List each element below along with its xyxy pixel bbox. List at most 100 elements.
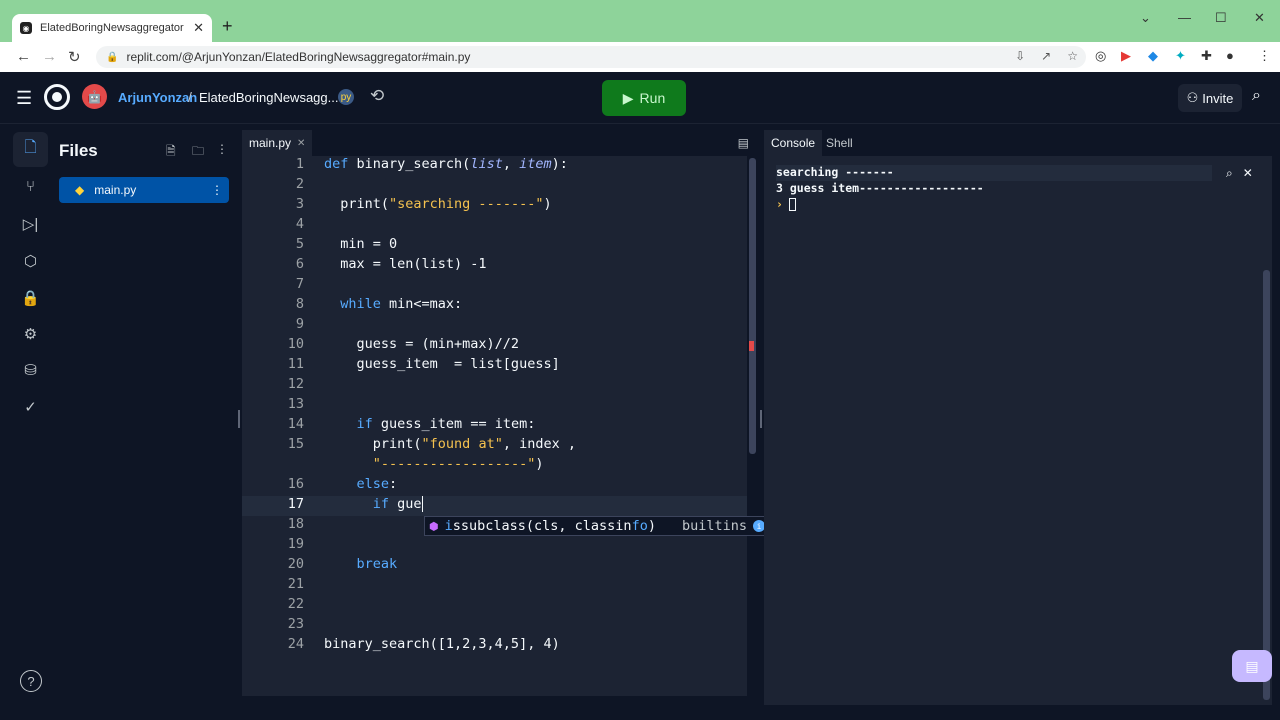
code-line: 6 max = len(list) -1 [295, 256, 487, 272]
python-language-icon[interactable]: py [338, 89, 354, 105]
extension-blue-icon[interactable]: ◆ [1148, 48, 1158, 64]
code-line: 3 print("searching -------") [295, 196, 552, 212]
invite-label: Invite [1202, 90, 1234, 106]
new-folder-icon[interactable]: 🗀 [192, 142, 204, 163]
replit-logo[interactable] [44, 84, 70, 110]
code-line: 12 [287, 376, 304, 392]
tab-search-icon[interactable]: ⌄ [1140, 10, 1151, 26]
browser-tab[interactable]: ◉ ElatedBoringNewsaggregator - R ✕ [12, 14, 212, 42]
code-line: 7 [295, 276, 304, 292]
user-avatar[interactable]: 🤖 [82, 84, 107, 109]
console-cursor [788, 198, 796, 211]
secrets-lock-icon[interactable]: 🔒 [13, 280, 48, 315]
youtube-extension-icon[interactable]: ▶ [1121, 48, 1131, 64]
code-editor-pane: main.py ✕ ▤ 1 def binary_search(list, ite… [242, 130, 757, 705]
close-editor-tab-icon[interactable]: ✕ [297, 138, 305, 149]
username-link[interactable]: ArjunYonzan [118, 90, 197, 105]
code-line: 1 def binary_search(list, item): [295, 156, 568, 172]
console-clear-icon[interactable]: ✕ [1243, 166, 1253, 181]
address-bar[interactable]: 🔒 replit.com/@ArjunYonzan/ElatedBoringNe… [96, 46, 1086, 68]
help-icon[interactable]: ? [20, 670, 42, 692]
history-icon[interactable]: ⟲ [370, 86, 384, 106]
bookmark-star-icon[interactable]: ☆ [1067, 49, 1078, 63]
run-button[interactable]: ▶ Run [602, 80, 686, 116]
tab-shell[interactable]: Shell [819, 130, 860, 156]
search-icon[interactable]: ⌕ [1252, 87, 1261, 105]
console-input-line[interactable]: › [776, 197, 1212, 213]
editor-tab-main-py[interactable]: main.py ✕ [242, 130, 313, 156]
code-line: 13 [287, 396, 304, 412]
code-line-wrapped: "------------------") [372, 456, 544, 472]
console-tabs: Console Shell [764, 130, 1272, 156]
file-item-main-py[interactable]: ◆ main.py ⋮ [59, 177, 229, 203]
add-user-icon: ⚇ [1186, 90, 1199, 105]
console-scrollbar[interactable] [1263, 270, 1270, 700]
browser-menu-icon[interactable]: ⋮ [1258, 48, 1271, 64]
files-panel: Files 🗎 🗀 ⋮ ◆ main.py ⋮ [48, 130, 236, 705]
console-pane: Console Shell searching ------- 3 guess … [764, 130, 1272, 705]
play-icon: ▶ [622, 89, 634, 106]
run-label: Run [639, 90, 666, 106]
breadcrumb-separator: / [188, 89, 192, 105]
autocomplete-match-2: fo [631, 518, 648, 534]
forward-icon[interactable]: → [42, 48, 57, 65]
autocomplete-module: builtins [681, 518, 747, 534]
editor-scrollbar-thumb[interactable] [749, 158, 756, 454]
code-line: 8 while min<=max: [295, 296, 463, 312]
code-line: 14 if guess_item == item: [287, 416, 536, 432]
text-cursor [421, 496, 423, 512]
console-search-icon[interactable]: ⌕ [1226, 166, 1233, 181]
app-header: ☰ 🤖 ArjunYonzan / ElatedBoringNewsagg...… [0, 72, 1280, 124]
window-close-icon[interactable]: ✕ [1254, 10, 1265, 26]
autocomplete-match: i [444, 518, 453, 534]
version-control-icon[interactable]: ⑂ [13, 169, 48, 204]
file-item-menu-icon[interactable]: ⋮ [211, 183, 223, 197]
extensions-puzzle-icon[interactable]: ✚ [1201, 48, 1212, 64]
invite-button[interactable]: ⚇ Invite [1178, 84, 1242, 112]
browser-tab-title: ElatedBoringNewsaggregator - R [40, 22, 188, 34]
close-tab-icon[interactable]: ✕ [193, 20, 204, 36]
back-icon[interactable]: ← [16, 48, 31, 65]
replit-favicon-icon: ◉ [20, 22, 32, 34]
reload-icon[interactable]: ↻ [68, 48, 81, 66]
panel-resize-handle[interactable] [238, 410, 240, 428]
code-line: 11 guess_item = list[guess] [287, 356, 560, 372]
autocomplete-suggestion[interactable]: ⬢ i ssubclass(cls, classin fo) builtins i [424, 516, 781, 536]
editor-options-icon[interactable]: ▤ [738, 136, 749, 150]
code-line: 15 print("found at", index , [287, 436, 576, 452]
console-resize-handle[interactable] [760, 410, 762, 428]
install-icon[interactable]: ⇩ [1015, 49, 1025, 63]
console-prompt: › [776, 197, 783, 211]
check-icon[interactable]: ✓ [13, 389, 48, 424]
code-line: 24 binary_search([1,2,3,4,5], 4) [287, 636, 560, 652]
code-area[interactable]: 1 def binary_search(list, item): 2 3 prin… [242, 156, 747, 696]
console-line: 3 guess item------------------ [776, 181, 984, 195]
new-file-icon[interactable]: 🗎 [166, 142, 176, 163]
share-icon[interactable]: ↗ [1041, 49, 1051, 63]
console-line: searching ------- [776, 165, 1212, 181]
extension-teal-icon[interactable]: ✦ [1175, 48, 1186, 64]
repl-name[interactable]: ElatedBoringNewsagg... [199, 90, 338, 105]
code-line: 16 else: [287, 476, 398, 492]
code-line: 5 min = 0 [295, 236, 398, 252]
debugger-icon[interactable]: ▷| [13, 206, 48, 241]
settings-gear-icon[interactable]: ⚙ [13, 316, 48, 351]
error-marker [749, 341, 754, 351]
minimize-icon[interactable]: — [1178, 10, 1191, 25]
code-line: 10 guess = (min+max)//2 [287, 336, 520, 352]
database-icon[interactable]: ⛁ [13, 352, 48, 387]
files-tool-icon[interactable]: 🗋 [13, 132, 48, 167]
tab-console[interactable]: Console [764, 130, 823, 156]
files-menu-icon[interactable]: ⋮ [216, 142, 228, 156]
packages-icon[interactable]: ⬡ [13, 243, 48, 278]
console-output[interactable]: searching ------- 3 guess item----------… [776, 165, 1212, 213]
maximize-icon[interactable]: ☐ [1215, 10, 1227, 26]
console-tools: ⌕ ✕ [1226, 166, 1253, 181]
new-tab-icon[interactable]: + [222, 16, 233, 37]
extension-icon[interactable]: ◎ [1095, 48, 1106, 64]
hamburger-menu-icon[interactable]: ☰ [16, 88, 32, 109]
feedback-chat-button[interactable]: ▤ [1232, 650, 1272, 682]
editor-scrollbar[interactable] [747, 156, 757, 696]
autocomplete-text: ssubclass(cls, classin [452, 518, 632, 534]
profile-avatar-icon[interactable]: ● [1226, 48, 1234, 63]
